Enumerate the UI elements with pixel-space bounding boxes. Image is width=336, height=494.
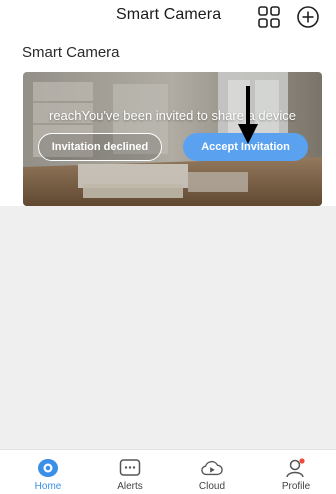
nav-label-alerts: Alerts <box>117 481 143 492</box>
nav-label-home: Home <box>34 481 62 492</box>
notification-badge <box>299 458 305 464</box>
home-camera-icon <box>37 458 59 478</box>
grid-icon[interactable] <box>256 4 282 30</box>
page-title: Smart Camera <box>116 6 222 23</box>
section-title: Smart Camera <box>22 44 120 61</box>
camera-preview-card[interactable]: reachYou've been invited to share a devi… <box>23 72 322 206</box>
nav-label-profile: Profile <box>281 481 311 492</box>
profile-icon <box>285 458 307 478</box>
nav-label-cloud: Cloud <box>198 481 226 492</box>
nav-item-home[interactable]: Home <box>18 450 78 494</box>
alerts-icon <box>119 458 141 478</box>
nav-item-profile[interactable]: Profile <box>266 450 326 494</box>
invitation-declined-button[interactable]: Invitation declined <box>38 133 162 161</box>
bottom-nav: Home Alerts Cloud Profile <box>0 449 336 494</box>
add-icon[interactable] <box>295 4 321 30</box>
nav-item-alerts[interactable]: Alerts <box>100 450 160 494</box>
cloud-icon <box>201 458 223 478</box>
nav-item-cloud[interactable]: Cloud <box>182 450 242 494</box>
invitation-message: reachYou've been invited to share a devi… <box>48 108 296 123</box>
device-section: Smart Camera reachYou've been invited to… <box>0 36 336 206</box>
arrow-down-icon <box>238 86 258 144</box>
top-bar: Smart Camera <box>0 0 336 36</box>
app-screen: Smart Camera Smart Camera reachYou've be… <box>0 0 336 494</box>
